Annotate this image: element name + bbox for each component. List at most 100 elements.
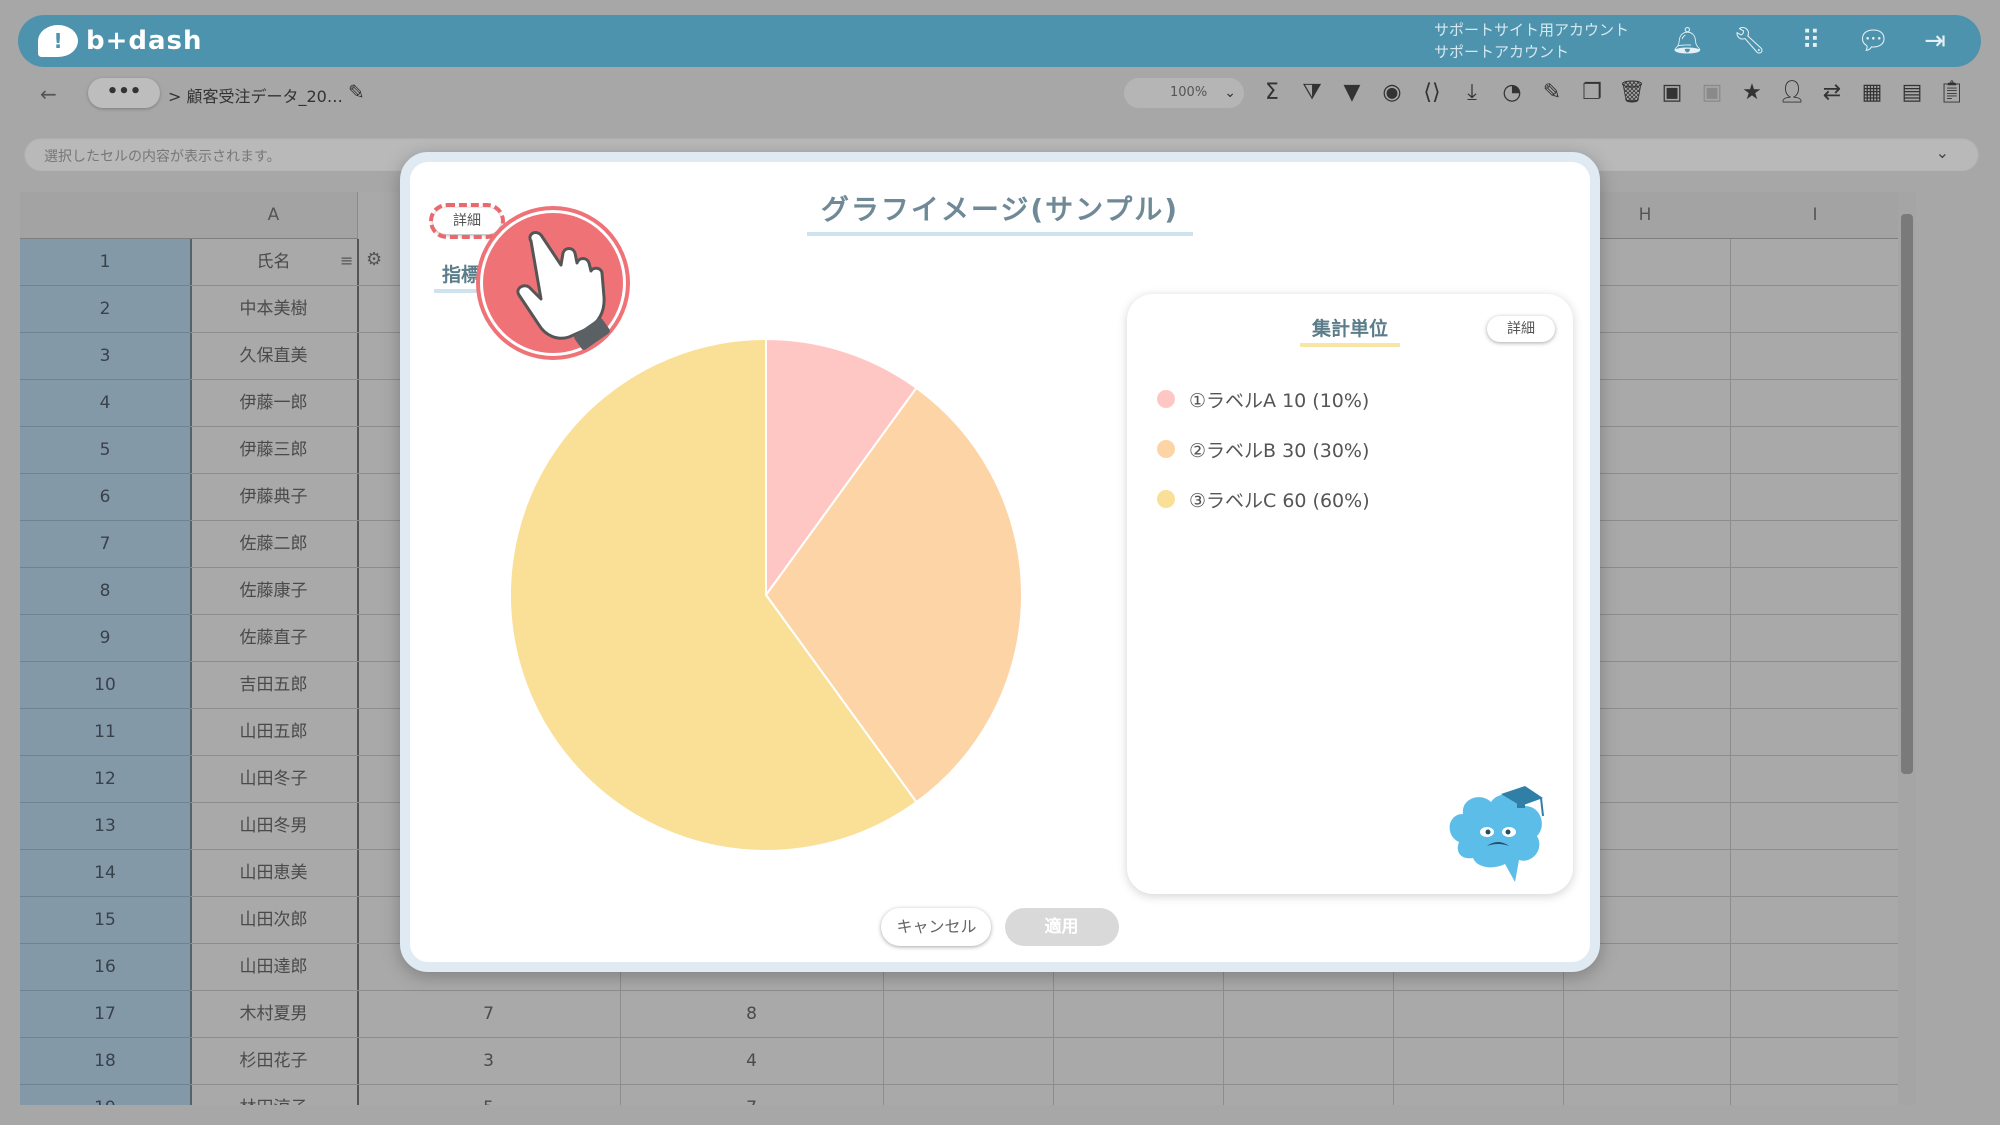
row-number[interactable]: 14 bbox=[20, 850, 192, 897]
data-cell[interactable] bbox=[1730, 1085, 1901, 1105]
document-icon[interactable]: ▤ bbox=[1898, 78, 1926, 108]
zoom-select[interactable]: 100% ⌄ bbox=[1124, 78, 1244, 108]
breadcrumb-more-button[interactable]: ••• bbox=[88, 78, 160, 108]
scrollbar-thumb[interactable] bbox=[1901, 214, 1913, 774]
legend-item[interactable]: ①ラベルA 10 (10%) bbox=[1157, 374, 1370, 424]
row-number[interactable]: 10 bbox=[20, 662, 192, 709]
repeat-icon[interactable]: ⇄ bbox=[1818, 78, 1846, 108]
data-cell[interactable]: 7 bbox=[357, 991, 621, 1038]
row-number[interactable]: 17 bbox=[20, 991, 192, 1038]
data-cell[interactable] bbox=[1393, 1038, 1564, 1085]
data-cell[interactable] bbox=[1730, 944, 1901, 991]
data-cell[interactable] bbox=[1560, 991, 1731, 1038]
logout-icon[interactable]: ⇥ bbox=[1919, 25, 1951, 57]
data-cell[interactable] bbox=[1730, 427, 1901, 474]
name-cell[interactable]: 山田次郎 bbox=[190, 897, 359, 944]
row-number[interactable]: 3 bbox=[20, 333, 192, 380]
apps-grid-icon[interactable]: ⠿ bbox=[1795, 25, 1827, 57]
legend-item[interactable]: ③ラベルC 60 (60%) bbox=[1157, 474, 1370, 524]
name-cell[interactable]: 伊藤一郎 bbox=[190, 380, 359, 427]
corner-cell[interactable] bbox=[20, 192, 191, 239]
data-cell[interactable] bbox=[1053, 1085, 1224, 1105]
user-check-icon[interactable]: 👤︎ bbox=[1778, 78, 1806, 108]
data-cell[interactable] bbox=[1223, 991, 1394, 1038]
column-header-i[interactable]: I bbox=[1730, 192, 1901, 239]
name-header-cell[interactable]: 氏名 bbox=[190, 239, 359, 286]
data-cell[interactable] bbox=[1053, 1038, 1224, 1085]
data-cell[interactable]: 4 bbox=[620, 1038, 884, 1085]
column-header-a[interactable]: A bbox=[190, 192, 358, 239]
name-cell[interactable]: 吉田五郎 bbox=[190, 662, 359, 709]
row-number[interactable]: 2 bbox=[20, 286, 192, 333]
row-number[interactable]: 18 bbox=[20, 1038, 192, 1085]
data-cell[interactable] bbox=[1053, 991, 1224, 1038]
bell-icon[interactable]: 🔔︎ bbox=[1671, 25, 1704, 57]
chat-brain-icon[interactable]: 💬︎ bbox=[1857, 25, 1890, 57]
app-logo[interactable]: ! b+dash bbox=[38, 23, 203, 59]
trash-icon[interactable]: 🗑︎ bbox=[1618, 78, 1646, 108]
name-cell[interactable]: 山田冬子 bbox=[190, 756, 359, 803]
data-cell[interactable] bbox=[1560, 1038, 1731, 1085]
chart-icon[interactable]: ◔ bbox=[1498, 78, 1526, 108]
row-number[interactable]: 15 bbox=[20, 897, 192, 944]
data-cell[interactable] bbox=[1730, 803, 1901, 850]
name-cell[interactable]: 伊藤三郎 bbox=[190, 427, 359, 474]
row-number[interactable]: 1 bbox=[20, 239, 192, 286]
apply-button[interactable]: 適用 bbox=[1004, 908, 1119, 946]
breadcrumb[interactable]: > 顧客受注データ_20… bbox=[168, 83, 343, 107]
column-filter-icon[interactable]: ≡ bbox=[340, 251, 353, 270]
chevron-down-icon[interactable]: ⌄ bbox=[1936, 143, 1949, 162]
archive-icon[interactable]: ▣ bbox=[1658, 78, 1686, 108]
star-icon[interactable]: ★ bbox=[1738, 78, 1766, 108]
name-cell[interactable]: 山田恵美 bbox=[190, 850, 359, 897]
data-cell[interactable] bbox=[1393, 1085, 1564, 1105]
data-cell[interactable] bbox=[1730, 333, 1901, 380]
row-number[interactable]: 7 bbox=[20, 521, 192, 568]
download-icon[interactable]: ⤓ bbox=[1458, 78, 1486, 108]
legend-detail-button[interactable]: 詳細 bbox=[1487, 316, 1555, 342]
copy-icon[interactable]: ❐ bbox=[1578, 78, 1606, 108]
eye-icon[interactable]: ◉ bbox=[1378, 78, 1406, 108]
name-cell[interactable]: 佐藤二郎 bbox=[190, 521, 359, 568]
data-cell[interactable] bbox=[1223, 1085, 1394, 1105]
name-cell[interactable]: 久保直美 bbox=[190, 333, 359, 380]
data-cell[interactable]: 8 bbox=[620, 991, 884, 1038]
row-number[interactable]: 12 bbox=[20, 756, 192, 803]
data-cell[interactable] bbox=[1730, 239, 1901, 286]
sum-icon[interactable]: Σ bbox=[1258, 78, 1286, 108]
back-arrow-icon[interactable]: ← bbox=[40, 82, 57, 106]
rename-pencil-icon[interactable]: ✎ bbox=[348, 80, 365, 104]
data-cell[interactable] bbox=[1730, 709, 1901, 756]
data-cell[interactable] bbox=[1730, 380, 1901, 427]
row-number[interactable]: 16 bbox=[20, 944, 192, 991]
data-cell[interactable] bbox=[1223, 1038, 1394, 1085]
data-cell[interactable]: 5 bbox=[357, 1085, 621, 1105]
data-cell[interactable] bbox=[1730, 756, 1901, 803]
name-cell[interactable]: 佐藤康子 bbox=[190, 568, 359, 615]
name-cell[interactable]: 山田冬男 bbox=[190, 803, 359, 850]
name-cell[interactable]: 木村夏男 bbox=[190, 991, 359, 1038]
edit-icon[interactable]: ✎ bbox=[1538, 78, 1566, 108]
data-cell[interactable]: 3 bbox=[357, 1038, 621, 1085]
name-cell[interactable]: 伊藤典子 bbox=[190, 474, 359, 521]
name-cell[interactable]: 杉田花子 bbox=[190, 1038, 359, 1085]
name-cell[interactable]: 林田涼子 bbox=[190, 1085, 359, 1105]
data-cell[interactable] bbox=[883, 1038, 1054, 1085]
data-cell[interactable] bbox=[1730, 521, 1901, 568]
data-cell[interactable] bbox=[1393, 991, 1564, 1038]
data-cell[interactable] bbox=[1730, 568, 1901, 615]
data-cell[interactable] bbox=[883, 991, 1054, 1038]
data-cell[interactable] bbox=[1730, 991, 1901, 1038]
data-cell[interactable] bbox=[1730, 662, 1901, 709]
data-cell[interactable]: 7 bbox=[620, 1085, 884, 1105]
data-cell[interactable] bbox=[1730, 1038, 1901, 1085]
data-cell[interactable] bbox=[883, 1085, 1054, 1105]
data-cell[interactable] bbox=[1730, 850, 1901, 897]
filter-clear-icon[interactable]: ⧩ bbox=[1298, 78, 1326, 108]
legend-item[interactable]: ②ラベルB 30 (30%) bbox=[1157, 424, 1370, 474]
name-cell[interactable]: 中本美樹 bbox=[190, 286, 359, 333]
row-number[interactable]: 9 bbox=[20, 615, 192, 662]
clipboard-icon[interactable]: 📋︎ bbox=[1938, 78, 1966, 108]
row-number[interactable]: 11 bbox=[20, 709, 192, 756]
wrench-icon[interactable]: 🔧︎ bbox=[1733, 25, 1766, 57]
